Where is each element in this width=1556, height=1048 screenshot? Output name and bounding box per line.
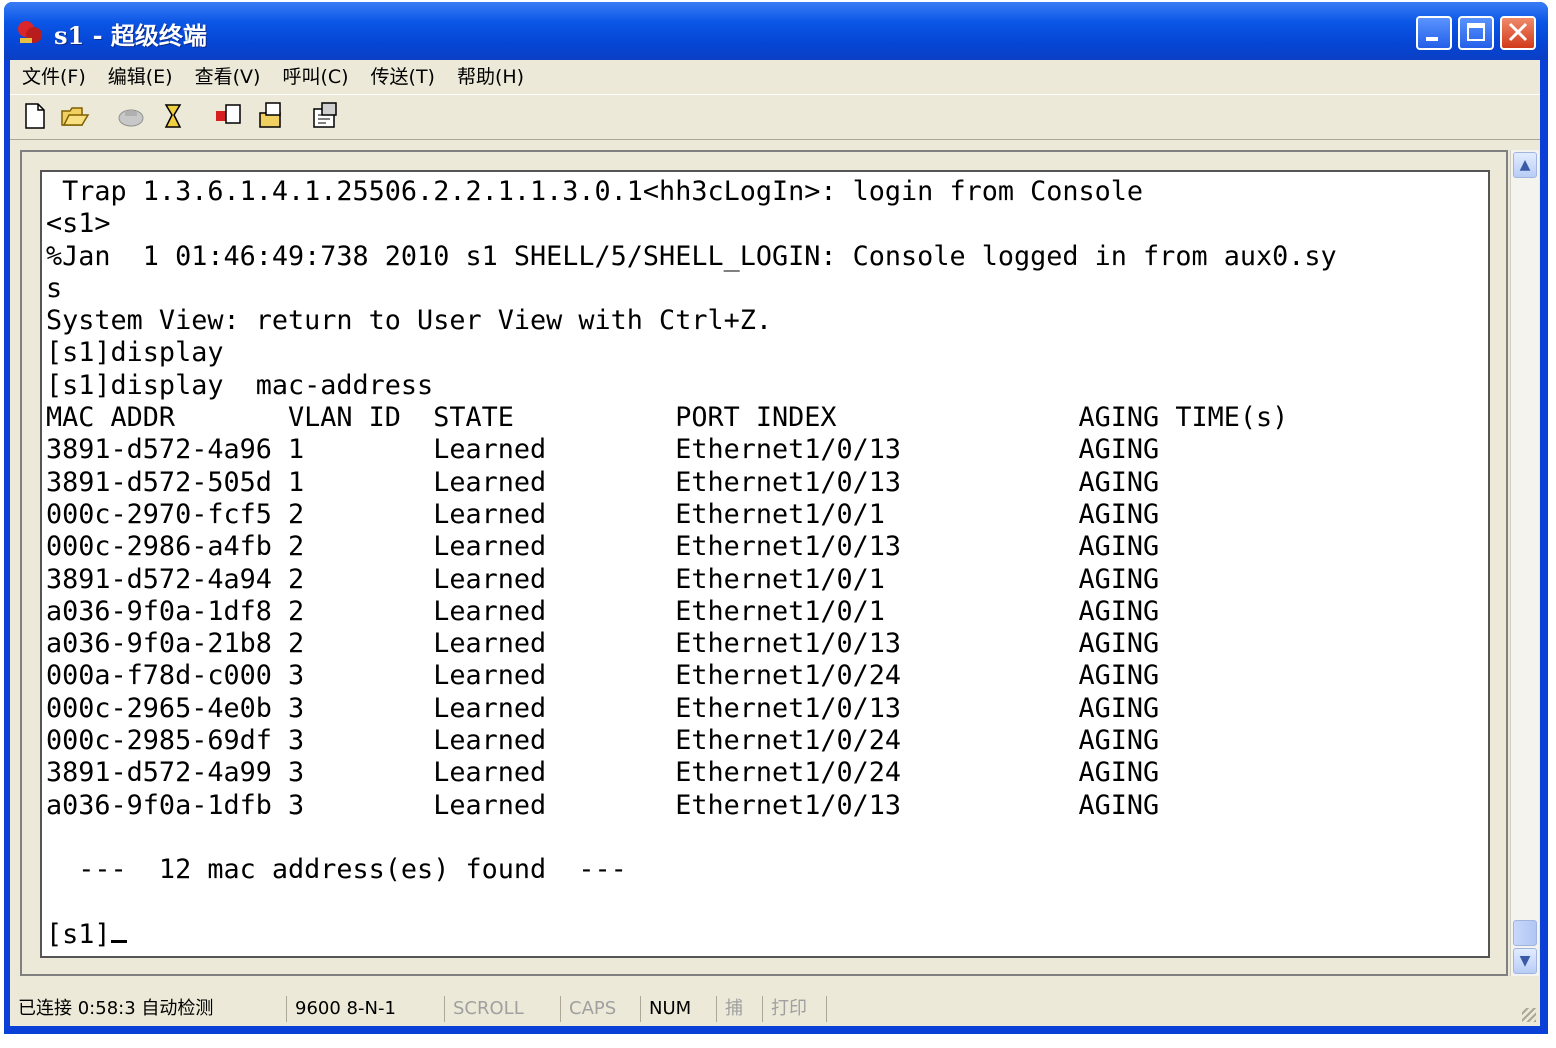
status-print: 打印	[762, 996, 822, 1022]
text-cursor	[110, 939, 127, 943]
mac-table-row: 000c-2965-4e0b 3 Learned Ethernet1/0/13 …	[46, 692, 1160, 724]
terminal-line: [s1]display mac-address	[46, 369, 434, 401]
minimize-icon	[1426, 37, 1438, 41]
mac-table-row: 3891-d572-505d 1 Learned Ethernet1/0/13 …	[46, 466, 1160, 498]
maximize-icon	[1467, 23, 1485, 41]
mac-table-row: 3891-d572-4a94 2 Learned Ethernet1/0/1 A…	[46, 563, 1160, 595]
new-icon[interactable]	[20, 101, 50, 131]
terminal-line: [s1]display	[46, 337, 224, 369]
send-icon[interactable]	[214, 101, 244, 131]
mac-table-header: MAC ADDR VLAN ID STATE PORT INDEX AGING …	[46, 402, 1289, 434]
status-connected: 已连接 0:58:3 自动检测	[12, 996, 282, 1022]
vertical-scrollbar[interactable]: ▲ ▼	[1510, 150, 1539, 976]
open-icon[interactable]	[60, 101, 90, 131]
mac-table-row: 000c-2985-69df 3 Learned Ethernet1/0/24 …	[46, 725, 1160, 757]
mac-table-row: 000c-2986-a4fb 2 Learned Ethernet1/0/13 …	[46, 531, 1160, 563]
scroll-down-button[interactable]: ▼	[1513, 948, 1537, 974]
terminal-window: s1 - 超级终端 文件(F) 编辑(E) 查看(V) 呼叫(C) 传送(T) …	[4, 2, 1548, 1034]
window-title: s1 - 超级终端	[54, 21, 207, 50]
mac-table-row: 3891-d572-4a99 3 Learned Ethernet1/0/24 …	[46, 757, 1160, 789]
mac-summary-line: --- 12 mac address(es) found ---	[46, 854, 627, 886]
menu-view[interactable]: 查看(V)	[195, 62, 261, 89]
close-button[interactable]	[1500, 16, 1536, 50]
menu-call[interactable]: 呼叫(C)	[282, 62, 348, 89]
status-bar: 已连接 0:58:3 自动检测 9600 8-N-1 SCROLL CAPS N…	[10, 990, 1540, 1026]
status-scroll: SCROLL	[444, 996, 556, 1022]
mac-table-row: a036-9f0a-1df8 2 Learned Ethernet1/0/1 A…	[46, 595, 1160, 627]
mac-table-row: a036-9f0a-21b8 2 Learned Ethernet1/0/13 …	[46, 628, 1160, 660]
properties-icon[interactable]	[310, 101, 340, 131]
status-caps: CAPS	[560, 996, 638, 1022]
mac-table-row: 3891-d572-4a96 1 Learned Ethernet1/0/13 …	[46, 434, 1160, 466]
menu-edit[interactable]: 编辑(E)	[108, 62, 173, 89]
maximize-button[interactable]	[1458, 16, 1494, 50]
minimize-button[interactable]	[1416, 16, 1452, 50]
terminal-screen[interactable]: Trap 1.3.6.1.4.1.25506.2.2.1.1.3.0.1<hh3…	[40, 170, 1490, 958]
status-port-settings: 9600 8-N-1	[286, 996, 442, 1022]
mac-table-row: 000c-2970-fcf5 2 Learned Ethernet1/0/1 A…	[46, 498, 1160, 530]
mac-table-row: 000a-f78d-c000 3 Learned Ethernet1/0/24 …	[46, 660, 1160, 692]
terminal-line: Trap 1.3.6.1.4.1.25506.2.2.1.1.3.0.1<hh3…	[46, 176, 1144, 207]
call-icon[interactable]	[116, 101, 146, 131]
title-bar[interactable]: s1 - 超级终端	[4, 2, 1548, 60]
hyperterminal-app-icon	[18, 21, 42, 43]
menu-transfer[interactable]: 传送(T)	[371, 62, 435, 89]
status-capture: 捕	[716, 996, 760, 1022]
terminal-line: System View: return to User View with Ct…	[46, 305, 772, 337]
terminal-prompt: [s1]	[46, 918, 111, 950]
terminal-output: Trap 1.3.6.1.4.1.25506.2.2.1.1.3.0.1<hh3…	[46, 176, 1488, 951]
receive-icon[interactable]	[256, 101, 286, 131]
status-num: NUM	[640, 996, 714, 1022]
resize-grip[interactable]	[1522, 1008, 1536, 1022]
window-client: 文件(F) 编辑(E) 查看(V) 呼叫(C) 传送(T) 帮助(H) Trap…	[10, 60, 1540, 1026]
menu-help[interactable]: 帮助(H)	[457, 62, 524, 89]
status-empty	[826, 996, 1526, 1022]
terminal-line: <s1>	[46, 208, 111, 240]
scroll-up-button[interactable]: ▲	[1513, 152, 1537, 178]
disconnect-icon[interactable]	[158, 101, 188, 131]
menu-bar: 文件(F) 编辑(E) 查看(V) 呼叫(C) 传送(T) 帮助(H)	[10, 60, 1540, 90]
status-autodetect: 自动检测	[141, 998, 214, 1019]
scroll-thumb[interactable]	[1513, 920, 1537, 946]
terminal-frame: Trap 1.3.6.1.4.1.25506.2.2.1.1.3.0.1<hh3…	[20, 150, 1508, 976]
status-connection-time: 已连接 0:58:3	[18, 998, 136, 1019]
terminal-line: %Jan 1 01:46:49:738 2010 s1 SHELL/5/SHEL…	[46, 240, 1337, 272]
menu-file[interactable]: 文件(F)	[22, 62, 86, 89]
terminal-line: s	[46, 272, 63, 304]
mac-table-row: a036-9f0a-1dfb 3 Learned Ethernet1/0/13 …	[46, 789, 1160, 821]
close-icon	[1508, 22, 1528, 42]
toolbar	[10, 94, 1540, 140]
